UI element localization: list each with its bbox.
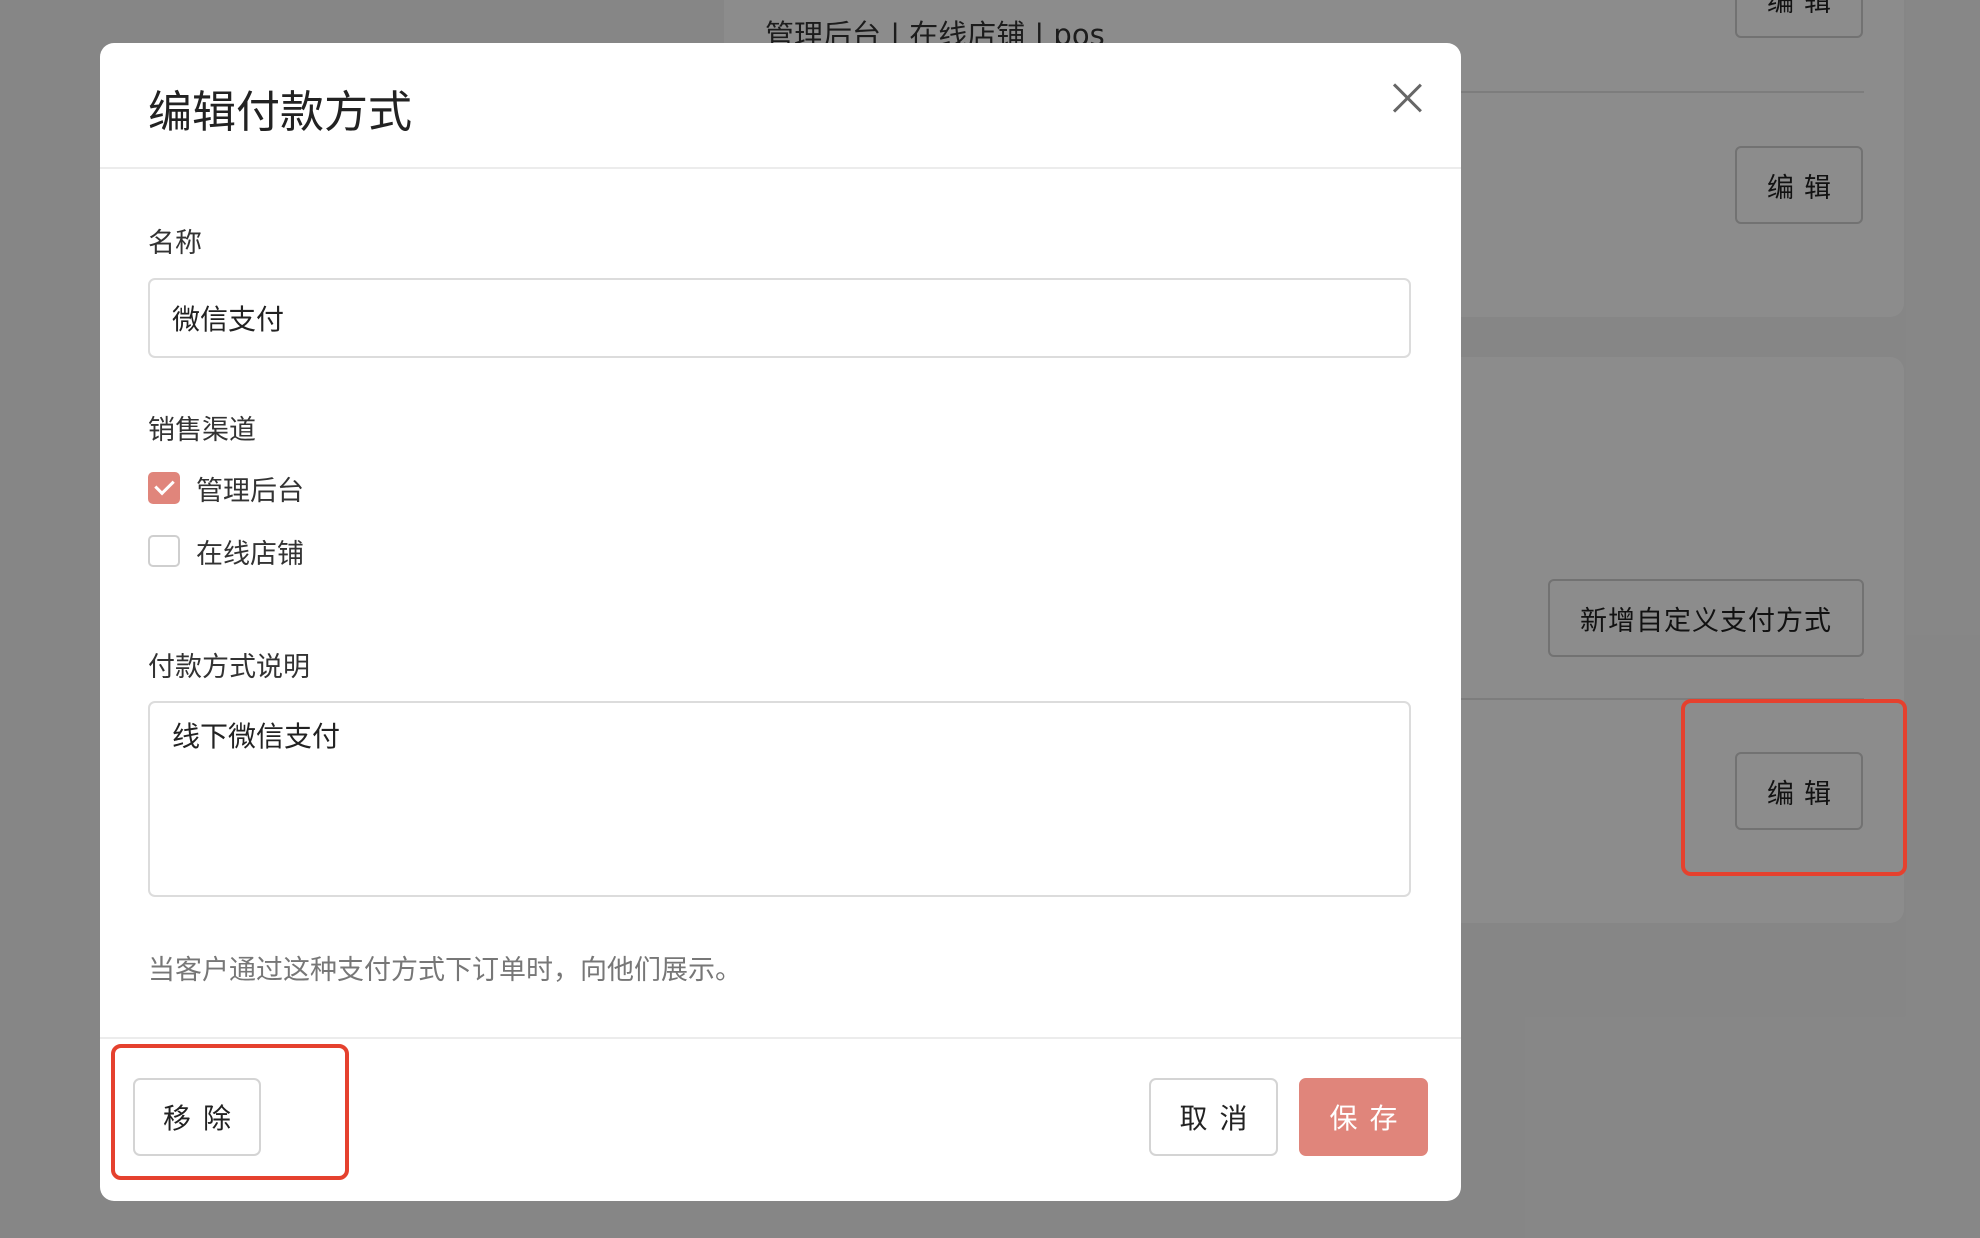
cancel-button[interactable]: 取消 [1149,1078,1278,1156]
edit-payment-method-dialog: 编辑付款方式 名称 微信支付 销售渠道 管理后台 在线店铺 付款方式说明 线下微… [100,43,1461,1201]
save-button[interactable]: 保存 [1299,1078,1428,1156]
dialog-title: 编辑付款方式 [148,87,412,138]
checkbox-checked-icon[interactable] [148,472,180,504]
close-icon[interactable] [1387,79,1427,119]
description-label: 付款方式说明 [148,652,310,683]
channel-option-label: 在线店铺 [196,538,304,570]
name-input[interactable]: 微信支付 [148,278,1411,358]
dialog-header: 编辑付款方式 [100,43,1461,169]
dialog-footer: 移除 取消 保存 [100,1037,1461,1201]
channel-option-online-store[interactable]: 在线店铺 [148,533,304,570]
channel-option-admin[interactable]: 管理后台 [148,470,304,507]
description-textarea[interactable]: 线下微信支付 [148,701,1411,897]
description-help-text: 当客户通过这种支付方式下订单时，向他们展示。 [148,955,742,986]
name-label: 名称 [148,228,202,259]
channel-option-label: 管理后台 [196,475,304,507]
remove-button[interactable]: 移除 [133,1078,261,1156]
checkbox-unchecked-icon[interactable] [148,535,180,567]
description-textarea-value: 线下微信支付 [172,720,341,753]
name-input-value: 微信支付 [172,303,285,336]
sales-channel-label: 销售渠道 [148,415,256,446]
